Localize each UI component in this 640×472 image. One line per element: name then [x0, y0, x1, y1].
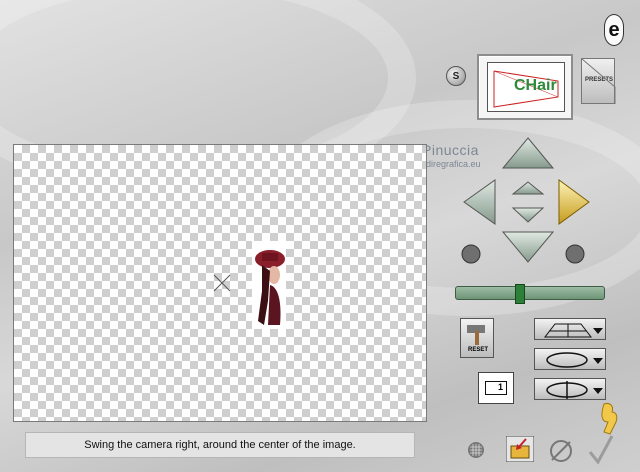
chevron-down-icon — [593, 388, 603, 394]
grid-plane-icon — [543, 323, 603, 338]
status-bar: Swing the camera right, around the cente… — [25, 432, 415, 458]
cancel-icon[interactable] — [548, 438, 574, 464]
arrow-up-icon[interactable] — [501, 137, 555, 169]
orbit-icon — [546, 352, 603, 368]
spin-dropdown[interactable] — [534, 378, 606, 400]
help-icon[interactable]: e — [604, 14, 624, 46]
hand-pointer-icon — [601, 403, 618, 435]
small-down-icon[interactable] — [511, 207, 545, 223]
image-layer[interactable] — [252, 241, 286, 329]
preview-canvas[interactable] — [13, 144, 427, 422]
rotate-left-icon[interactable] — [461, 244, 481, 264]
open-folder-icon[interactable] — [506, 436, 534, 462]
show-preset-button[interactable]: S — [446, 66, 466, 86]
preset-preview[interactable]: CHair — [477, 54, 573, 120]
preset-thumbnail-text: CHair — [514, 77, 557, 94]
slider-thumb[interactable] — [514, 284, 525, 304]
presets-fold-icon — [582, 59, 616, 104]
arrow-left-icon[interactable] — [463, 179, 496, 225]
woman-hat-image — [255, 250, 285, 325]
reset-button[interactable]: RESET — [460, 318, 494, 358]
frame-label: 1 — [485, 381, 507, 395]
arrow-right-icon[interactable] — [558, 179, 590, 225]
rotate-right-icon[interactable] — [565, 244, 585, 264]
grid-icon[interactable] — [466, 440, 486, 460]
center-cross-icon — [213, 274, 231, 292]
preset-thumbnail: CHair — [487, 62, 565, 112]
hammer-icon — [467, 325, 485, 345]
chevron-down-icon — [593, 328, 603, 334]
arrow-down-icon[interactable] — [501, 231, 555, 263]
grid-plane-dropdown[interactable] — [534, 318, 606, 340]
reset-label: RESET — [468, 347, 489, 353]
spin-axis-icon — [546, 381, 603, 399]
small-up-icon[interactable] — [511, 181, 545, 195]
zoom-slider[interactable] — [455, 284, 605, 304]
presets-button[interactable]: PRESETS — [581, 58, 616, 104]
frame-button[interactable]: 1 — [478, 372, 514, 404]
camera-direction-pad — [461, 137, 590, 264]
chevron-down-icon — [593, 358, 603, 364]
orbit-dropdown[interactable] — [534, 348, 606, 370]
ok-checkmark-icon[interactable] — [586, 434, 616, 464]
